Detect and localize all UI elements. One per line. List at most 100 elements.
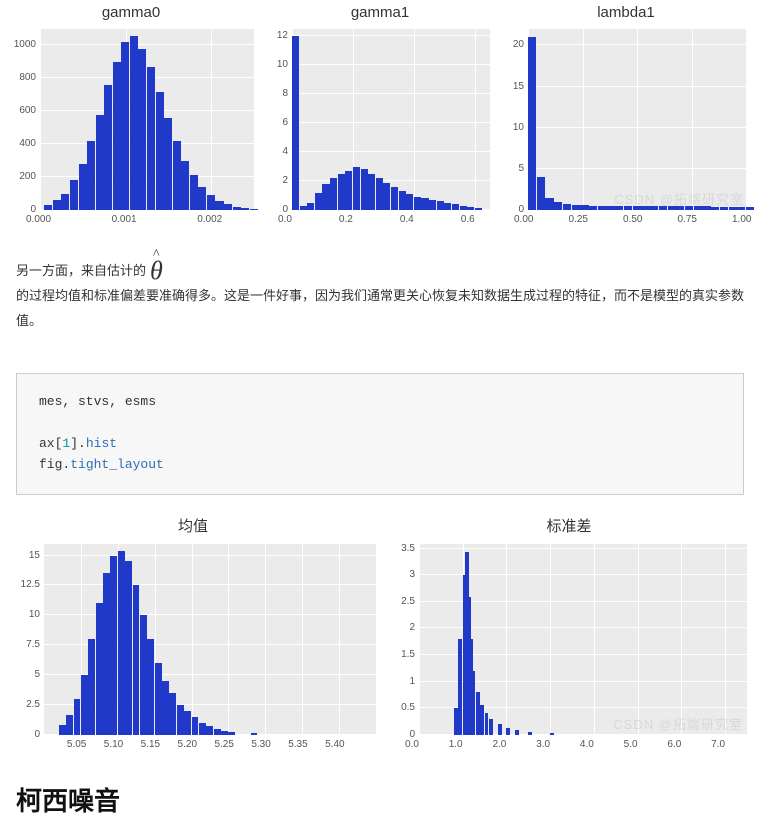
chart-std: 标准差 CSDN @拓端研究室 00.511.522.533.50.01.02.… xyxy=(386,515,752,755)
charts-row-bottom: 均值 02.557.51012.5155.055.105.155.205.255… xyxy=(8,515,752,755)
histogram-bar xyxy=(515,730,519,734)
chart-mean: 均值 02.557.51012.5155.055.105.155.205.255… xyxy=(8,515,378,755)
histogram-bar xyxy=(421,198,428,210)
histogram-bar xyxy=(641,206,649,210)
histogram-bar xyxy=(550,733,554,735)
histogram-bar xyxy=(96,115,104,210)
histogram-bar xyxy=(650,206,658,210)
histogram-bar xyxy=(554,202,562,210)
histogram-bar xyxy=(307,203,314,210)
histogram-bar xyxy=(376,178,383,210)
histogram-bar xyxy=(668,206,676,210)
histogram-bar xyxy=(702,206,710,210)
histogram-bar xyxy=(589,206,597,210)
histogram-bar xyxy=(694,206,702,210)
histogram-bar xyxy=(391,187,398,210)
chart-gamma0: gamma0 020040060080010000.0000.0010.002 xyxy=(4,4,258,230)
histogram-bar xyxy=(250,209,258,210)
histogram-bar xyxy=(444,203,451,210)
histogram-bar xyxy=(729,207,737,210)
histogram-bar xyxy=(563,204,571,210)
histogram-bar xyxy=(169,693,176,735)
histogram-bar xyxy=(87,141,95,210)
histogram-bar xyxy=(113,62,121,210)
histogram-bar xyxy=(61,194,69,210)
histogram-bar xyxy=(214,729,221,735)
histogram-bar xyxy=(96,603,103,734)
histogram-bar xyxy=(383,183,390,211)
histogram-bar xyxy=(368,174,375,210)
histogram-bar xyxy=(292,36,299,210)
histogram-bar xyxy=(74,699,81,735)
histogram-bar xyxy=(184,711,191,735)
chart-title: gamma1 xyxy=(351,4,409,21)
histogram-bar xyxy=(458,639,462,735)
histogram-bar xyxy=(399,191,406,210)
histogram-bar xyxy=(147,67,155,210)
plot-lambda1: CSDN @拓端研究室 051015200.000.250.500.751.00 xyxy=(502,25,750,230)
histogram-bar xyxy=(181,161,189,210)
histogram-bar xyxy=(224,204,232,210)
histogram-bar xyxy=(147,639,154,735)
histogram-bar xyxy=(506,728,510,734)
code-block: mes, stvs, esms ax[1].hist fig.tight_lay… xyxy=(16,373,744,494)
histogram-bar xyxy=(528,37,536,210)
histogram-bar xyxy=(437,201,444,210)
histogram-bar xyxy=(53,200,61,210)
chart-title: 均值 xyxy=(178,515,208,536)
histogram-bar xyxy=(207,195,215,210)
histogram-bar xyxy=(88,639,95,735)
histogram-bar xyxy=(177,705,184,735)
para-text-2: 的过程均值和标准偏差要准确得多。这是一件好事，因为我们通常更关心恢复未知数据生成… xyxy=(16,284,744,333)
histogram-bar xyxy=(737,207,745,210)
histogram-bar xyxy=(140,615,147,734)
histogram-bar xyxy=(44,205,52,210)
histogram-bar xyxy=(125,561,132,734)
histogram-bar xyxy=(66,715,73,734)
histogram-bar xyxy=(353,167,360,210)
histogram-bar xyxy=(190,175,198,210)
histogram-bar xyxy=(598,206,606,210)
histogram-bar xyxy=(322,184,329,210)
plot-std: CSDN @拓端研究室 00.511.522.533.50.01.02.03.0… xyxy=(389,540,749,755)
histogram-bar xyxy=(676,206,684,210)
histogram-bar xyxy=(685,206,693,210)
charts-row-top: gamma0 020040060080010000.0000.0010.002 … xyxy=(4,4,756,230)
histogram-bar xyxy=(338,174,345,210)
histogram-bar xyxy=(300,206,307,210)
chart-title: gamma0 xyxy=(102,4,160,21)
para-text-1: 另一方面，来自估计的 xyxy=(16,259,146,284)
histogram-bar xyxy=(361,169,368,210)
histogram-bar xyxy=(467,207,474,210)
code-line-1: mes, stvs, esms xyxy=(39,394,156,409)
histogram-bar xyxy=(720,207,728,210)
histogram-bar xyxy=(192,717,199,735)
histogram-bar xyxy=(118,551,125,735)
chart-title: lambda1 xyxy=(597,4,655,21)
histogram-bar xyxy=(460,206,467,210)
histogram-bar xyxy=(199,723,206,735)
histogram-bar xyxy=(70,180,78,210)
histogram-bar xyxy=(633,206,641,210)
histogram-bar xyxy=(480,705,484,734)
plot-gamma1: 0246810120.00.20.40.6 xyxy=(266,25,494,230)
code-line-3: fig.tight_layout xyxy=(39,457,164,472)
histogram-bar xyxy=(156,92,164,210)
histogram-bar xyxy=(81,675,88,735)
histogram-bar xyxy=(406,194,413,210)
histogram-bar xyxy=(206,726,213,734)
histogram-bar xyxy=(59,725,66,735)
histogram-bar xyxy=(221,731,228,735)
chart-title: 标准差 xyxy=(546,515,591,536)
histogram-bar xyxy=(429,200,436,210)
histogram-bar xyxy=(414,197,421,210)
histogram-bar xyxy=(198,187,206,210)
histogram-bar xyxy=(330,178,337,210)
histogram-bar xyxy=(471,671,475,735)
histogram-bar xyxy=(454,708,458,735)
histogram-bar xyxy=(615,206,623,210)
histogram-bar xyxy=(711,207,719,210)
theta-hat-symbol: θ xyxy=(150,258,163,284)
histogram-bar xyxy=(528,732,532,735)
histogram-bar xyxy=(345,171,352,210)
